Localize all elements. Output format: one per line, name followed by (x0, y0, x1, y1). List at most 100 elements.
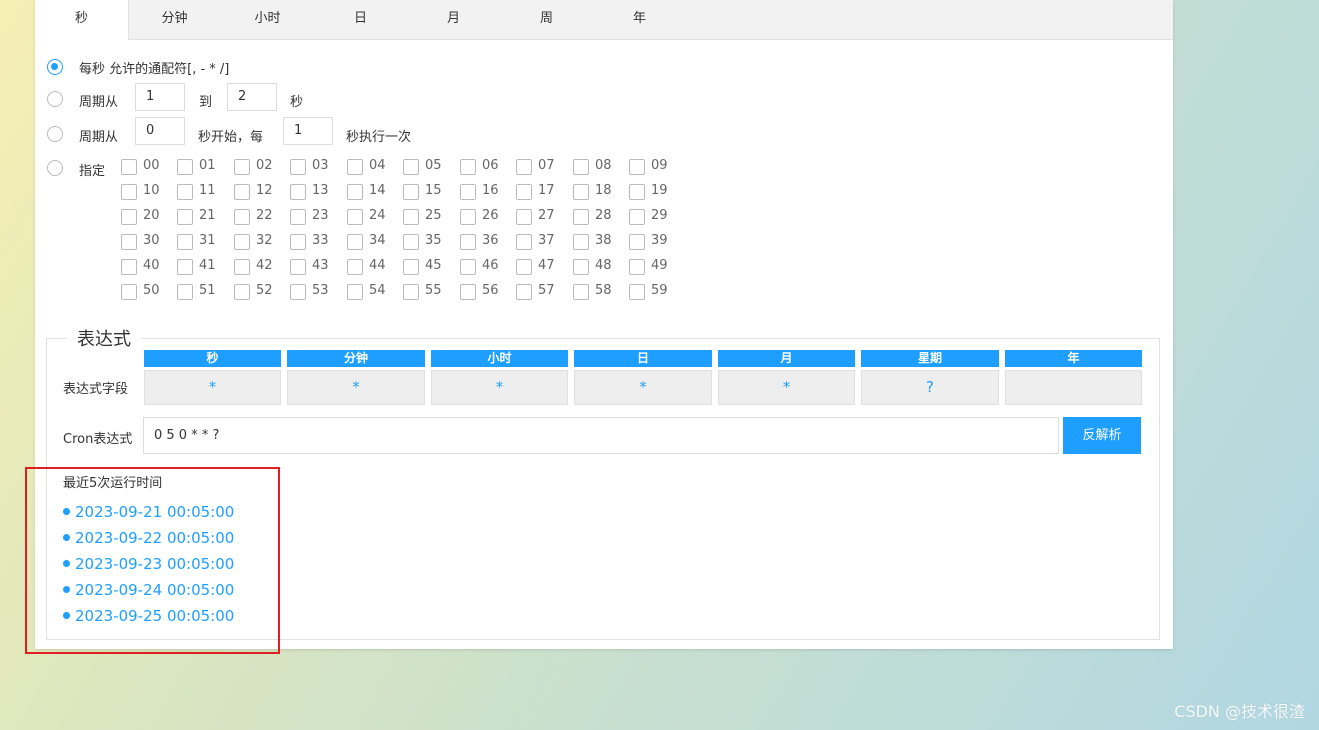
second-checkbox-label: 07 (538, 158, 555, 173)
second-checkbox-08[interactable] (573, 159, 589, 175)
loop-start-label: 秒开始，每 (198, 130, 264, 145)
second-checkbox-12[interactable] (234, 184, 250, 200)
second-checkbox-58[interactable] (573, 284, 589, 300)
second-checkbox-56[interactable] (460, 284, 476, 300)
second-checkbox-51[interactable] (177, 284, 193, 300)
cron-input[interactable]: 0 5 0 * * ? (143, 417, 1059, 454)
tab-year[interactable]: 年 (593, 0, 686, 40)
second-checkbox-44[interactable] (347, 259, 363, 275)
second-checkbox-49[interactable] (629, 259, 645, 275)
second-checkbox-57[interactable] (516, 284, 532, 300)
period-from-input[interactable]: 1 (135, 83, 185, 111)
second-checkbox-11[interactable] (177, 184, 193, 200)
tab-week[interactable]: 周 (500, 0, 593, 40)
second-checkbox-42[interactable] (234, 259, 250, 275)
column-header-minute: 分钟 (287, 350, 425, 367)
second-checkbox-09[interactable] (629, 159, 645, 175)
second-checkbox-01[interactable] (177, 159, 193, 175)
second-checkbox-48[interactable] (573, 259, 589, 275)
second-checkbox-25[interactable] (403, 209, 419, 225)
second-checkbox-label: 21 (199, 208, 216, 223)
loop-end-label: 秒执行一次 (346, 130, 412, 145)
second-checkbox-34[interactable] (347, 234, 363, 250)
period-to-input[interactable]: 2 (227, 83, 277, 111)
second-checkbox-37[interactable] (516, 234, 532, 250)
loop-step-input[interactable]: 1 (283, 117, 333, 145)
second-checkbox-29[interactable] (629, 209, 645, 225)
second-checkbox-26[interactable] (460, 209, 476, 225)
second-checkbox-35[interactable] (403, 234, 419, 250)
tab-minute[interactable]: 分钟 (128, 0, 221, 40)
second-checkbox-label: 36 (482, 233, 499, 248)
second-checkbox-05[interactable] (403, 159, 419, 175)
second-checkbox-45[interactable] (403, 259, 419, 275)
tab-second[interactable]: 秒 (35, 0, 129, 40)
second-checkbox-43[interactable] (290, 259, 306, 275)
tab-month[interactable]: 月 (407, 0, 500, 40)
second-checkbox-50[interactable] (121, 284, 137, 300)
second-checkbox-53[interactable] (290, 284, 306, 300)
second-checkbox-38[interactable] (573, 234, 589, 250)
radio-every-second[interactable] (47, 59, 63, 75)
second-checkbox-47[interactable] (516, 259, 532, 275)
second-checkbox-label: 29 (651, 208, 668, 223)
loop-start-input[interactable]: 0 (135, 117, 185, 145)
radio-loop[interactable] (47, 126, 63, 142)
second-checkbox-label: 59 (651, 283, 668, 298)
second-checkbox-41[interactable] (177, 259, 193, 275)
second-checkbox-06[interactable] (460, 159, 476, 175)
second-checkbox-label: 44 (369, 258, 386, 273)
second-checkbox-00[interactable] (121, 159, 137, 175)
second-checkbox-39[interactable] (629, 234, 645, 250)
second-checkbox-23[interactable] (290, 209, 306, 225)
second-checkbox-22[interactable] (234, 209, 250, 225)
second-checkbox-30[interactable] (121, 234, 137, 250)
second-checkbox-27[interactable] (516, 209, 532, 225)
second-checkbox-46[interactable] (460, 259, 476, 275)
second-checkbox-31[interactable] (177, 234, 193, 250)
column-value-minute: * (287, 370, 425, 405)
second-checkbox-21[interactable] (177, 209, 193, 225)
second-checkbox-15[interactable] (403, 184, 419, 200)
second-checkbox-label: 01 (199, 158, 216, 173)
radio-specify[interactable] (47, 160, 63, 176)
second-checkbox-32[interactable] (234, 234, 250, 250)
second-checkbox-label: 51 (199, 283, 216, 298)
tab-hour[interactable]: 小时 (221, 0, 314, 40)
second-checkbox-10[interactable] (121, 184, 137, 200)
second-checkbox-label: 03 (312, 158, 329, 173)
watermark: CSDN @技术很渣 (1174, 702, 1305, 721)
second-checkbox-16[interactable] (460, 184, 476, 200)
second-checkbox-13[interactable] (290, 184, 306, 200)
second-checkbox-14[interactable] (347, 184, 363, 200)
second-checkbox-02[interactable] (234, 159, 250, 175)
second-checkbox-19[interactable] (629, 184, 645, 200)
second-checkbox-59[interactable] (629, 284, 645, 300)
second-checkbox-36[interactable] (460, 234, 476, 250)
second-checkbox-54[interactable] (347, 284, 363, 300)
expression-fields-label: 表达式字段 (63, 382, 129, 397)
second-checkbox-52[interactable] (234, 284, 250, 300)
second-checkbox-07[interactable] (516, 159, 532, 175)
period-unit-label: 秒 (290, 95, 304, 110)
tab-bar: 秒 分钟 小时 日 月 周 年 (35, 0, 1173, 40)
radio-period[interactable] (47, 91, 63, 107)
second-checkbox-17[interactable] (516, 184, 532, 200)
second-checkbox-24[interactable] (347, 209, 363, 225)
tab-day[interactable]: 日 (314, 0, 407, 40)
second-checkbox-label: 13 (312, 183, 329, 198)
second-checkbox-55[interactable] (403, 284, 419, 300)
second-checkbox-33[interactable] (290, 234, 306, 250)
column-value-second: * (144, 370, 281, 405)
second-checkbox-28[interactable] (573, 209, 589, 225)
second-checkbox-18[interactable] (573, 184, 589, 200)
second-checkbox-label: 58 (595, 283, 612, 298)
column-value-month: * (718, 370, 855, 405)
parse-button[interactable]: 反解析 (1063, 417, 1141, 454)
second-checkbox-03[interactable] (290, 159, 306, 175)
second-checkbox-04[interactable] (347, 159, 363, 175)
second-checkbox-label: 39 (651, 233, 668, 248)
second-checkbox-label: 52 (256, 283, 273, 298)
second-checkbox-40[interactable] (121, 259, 137, 275)
second-checkbox-20[interactable] (121, 209, 137, 225)
